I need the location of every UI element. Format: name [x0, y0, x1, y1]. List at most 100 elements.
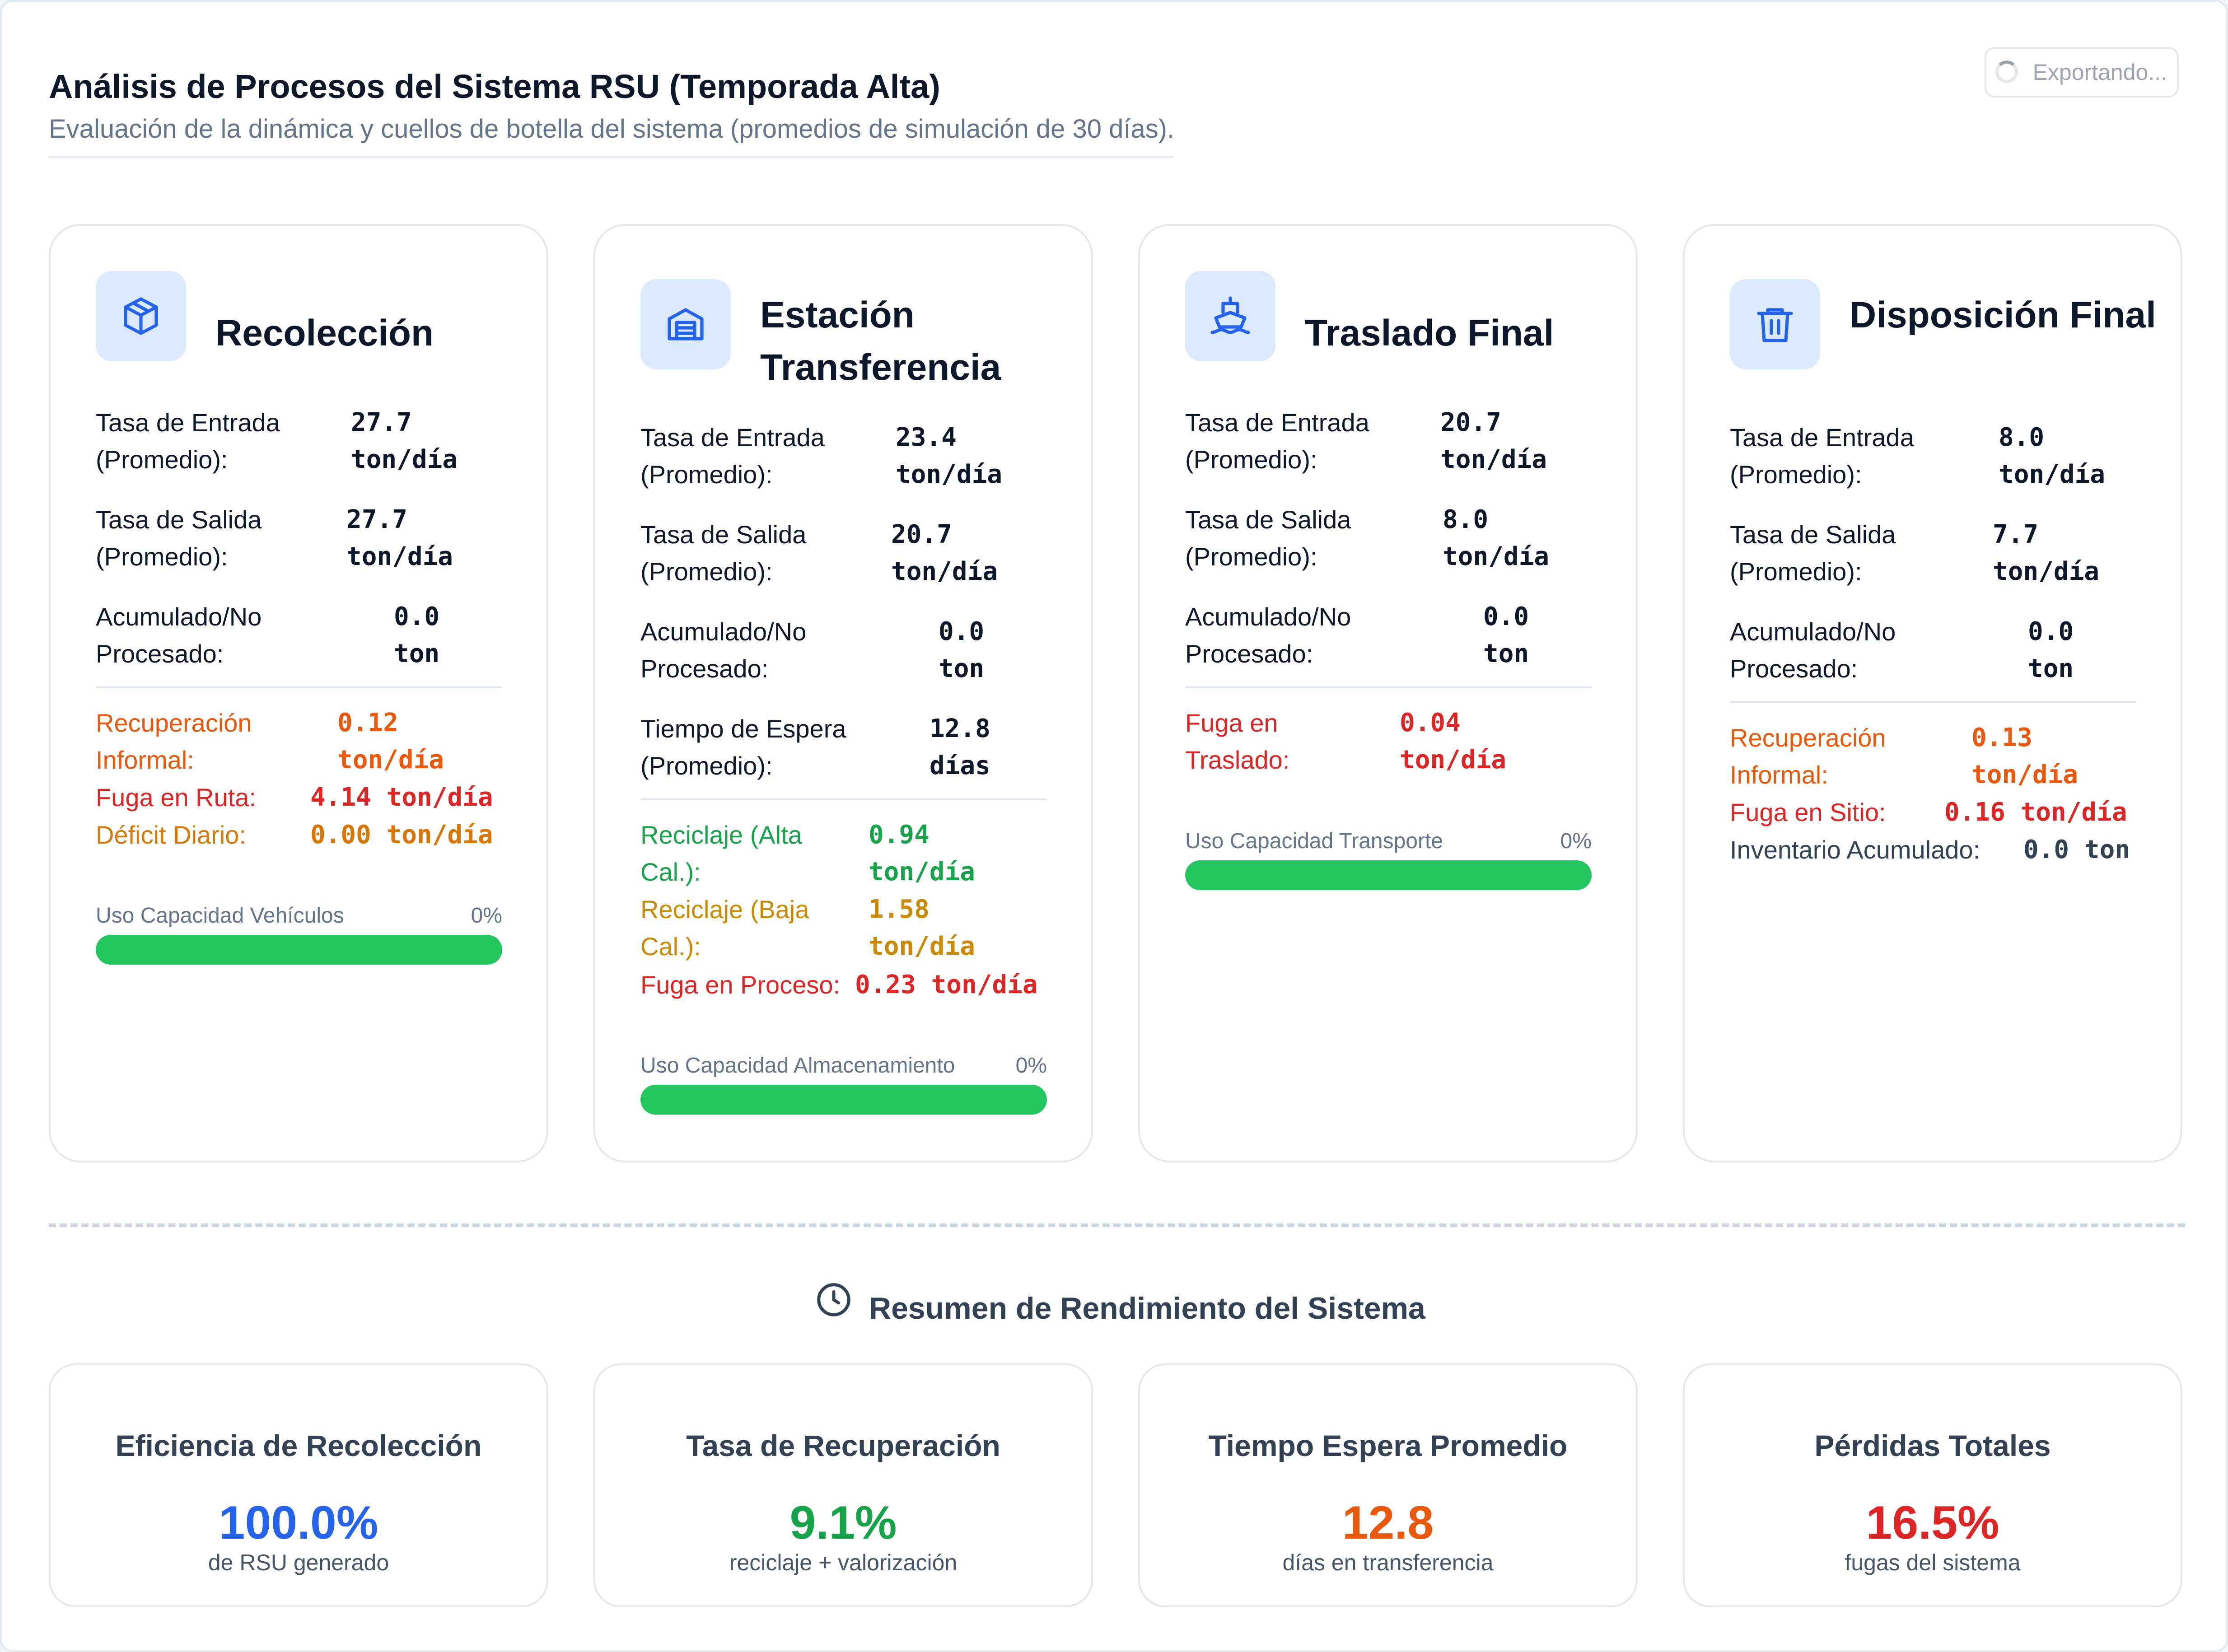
capacity-bar-label: Uso Capacidad Transporte 0% [1185, 829, 1592, 854]
metric-label: Acumulado/No Procesado: [640, 617, 807, 683]
metric-value: 23.4 ton/día [896, 423, 1003, 489]
metric-label: Tiempo de Espera (Promedio): [640, 714, 846, 780]
metric-value: 8.0 ton/día [1999, 423, 2106, 489]
divider [1185, 686, 1592, 688]
metric-value: 20.7 ton/día [891, 520, 998, 586]
summary-header: Resumen de Rendimiento del Sistema [815, 1275, 1425, 1326]
metric-value: 8.0 ton/día [1443, 505, 1550, 571]
capacity-bar-fill [96, 935, 502, 965]
page-container: Análisis de Procesos del Sistema RSU (Te… [0, 0, 2228, 1652]
metric-value: 27.7 ton/día [346, 505, 453, 571]
summary-card-title: Pérdidas Totales [1814, 1429, 2051, 1462]
capacity-bar-label: Uso Capacidad Almacenamiento 0% [640, 1053, 1047, 1078]
metric-label: Tasa de Salida (Promedio): [1185, 505, 1351, 571]
metric-value: 0.0 ton [2028, 617, 2074, 683]
metric-label: Fuga en Traslado: [1185, 709, 1290, 774]
summary-card-subtitle: días en transferencia [1282, 1550, 1494, 1575]
capacity-percent: 0% [1015, 1054, 1047, 1078]
metric-value: 1.58 ton/día [869, 895, 976, 961]
summary-card-subtitle: fugas del sistema [1845, 1550, 2021, 1575]
card-title: Estación Transferencia [760, 294, 1001, 388]
metric-label: Reciclaje (Baja Cal.): [640, 895, 809, 961]
export-button[interactable]: Exportando... [1985, 47, 2179, 98]
metric-value: 0.94 ton/día [869, 820, 976, 887]
stage-card-recoleccion: Recolección Tasa de Entrada (Promedio): … [49, 224, 548, 1162]
metric-label: Inventario Acumulado: [1730, 835, 1980, 864]
summary-card-title: Tasa de Recuperación [686, 1429, 1000, 1462]
metric-value: 12.8 días [930, 714, 990, 780]
metric-value: 27.7 ton/día [351, 408, 458, 474]
capacity-percent: 0% [471, 904, 502, 928]
metric-label: Tasa de Entrada (Promedio): [96, 408, 280, 474]
metric-label: Acumulado/No Procesado: [96, 602, 262, 668]
spinner-icon [1995, 61, 2018, 83]
metric-value: 0.00 ton/día [310, 820, 493, 849]
page-subtitle: Evaluación de la dinámica y cuellos de b… [49, 114, 1175, 158]
metric-value: 0.0 ton [394, 602, 440, 668]
metric-value: 20.7 ton/día [1440, 408, 1547, 474]
summary-card-title: Eficiencia de Recolección [115, 1429, 482, 1462]
metric-value: 0.0 ton [939, 617, 985, 683]
metric-label: Recuperación Informal: [96, 709, 252, 774]
summary-card-title: Tiempo Espera Promedio [1208, 1429, 1568, 1462]
capacity-bar-label: Uso Capacidad Vehículos 0% [96, 903, 502, 928]
warehouse-icon [640, 279, 731, 369]
capacity-bar-fill [640, 1085, 1047, 1115]
box-icon [96, 271, 186, 361]
metric-value: 0.23 ton/día [855, 970, 1038, 999]
card-title: Traslado Final [1305, 313, 1554, 354]
capacity-label: Uso Capacidad Vehículos [96, 904, 344, 928]
metric-value: 0.04 ton/día [1400, 708, 1507, 775]
summary-card-value: 12.8 [1342, 1497, 1434, 1549]
stage-card-traslado-final: Traslado Final Tasa de Entrada (Promedio… [1138, 224, 1638, 1162]
metric-label: Tasa de Salida (Promedio): [640, 520, 807, 586]
capacity-label: Uso Capacidad Almacenamiento [640, 1054, 955, 1078]
card-title: Disposición Final [1850, 294, 2156, 336]
page-title: Análisis de Procesos del Sistema RSU (Te… [49, 68, 940, 105]
summary-card-value: 16.5% [1866, 1497, 1999, 1549]
divider [96, 686, 502, 688]
summary-card-value: 9.1% [789, 1497, 897, 1549]
metric-label: Acumulado/No Procesado: [1730, 617, 1896, 683]
summary-card-eficiencia: Eficiencia de Recolección 100.0% de RSU … [49, 1363, 548, 1607]
metric-label: Tasa de Salida (Promedio): [96, 505, 262, 571]
capacity-bar [96, 935, 502, 965]
card-title: Recolección [215, 313, 434, 354]
summary-card-value: 100.0% [219, 1497, 378, 1549]
stage-card-estacion-transferencia: Estación Transferencia Tasa de Entrada (… [593, 224, 1093, 1162]
capacity-bar-fill [1185, 860, 1592, 890]
ship-icon [1185, 271, 1275, 361]
metric-value: 0.12 ton/día [337, 708, 444, 775]
metric-value: 0.0 ton [1483, 602, 1529, 668]
capacity-percent: 0% [1560, 829, 1592, 853]
metric-value: 0.16 ton/día [1944, 798, 2127, 827]
trash-icon [1730, 279, 1820, 369]
clock-icon [815, 1281, 853, 1321]
export-button-label: Exportando... [2032, 60, 2167, 85]
metric-value: 7.7 ton/día [1993, 520, 2100, 586]
capacity-bar [640, 1085, 1047, 1115]
summary-card-perdidas: Pérdidas Totales 16.5% fugas del sistema [1683, 1363, 2182, 1607]
summary-card-subtitle: reciclaje + valorización [729, 1550, 958, 1575]
divider [1730, 701, 2136, 703]
metric-label: Reciclaje (Alta Cal.): [640, 821, 802, 886]
section-divider [49, 1223, 2185, 1227]
summary-card-subtitle: de RSU generado [208, 1550, 389, 1575]
capacity-label: Uso Capacidad Transporte [1185, 829, 1443, 853]
page-header: Análisis de Procesos del Sistema RSU (Te… [49, 67, 1175, 158]
metric-label: Tasa de Entrada (Promedio): [1730, 423, 1914, 489]
summary-card-tiempo-espera: Tiempo Espera Promedio 12.8 días en tran… [1138, 1363, 1638, 1607]
divider [640, 798, 1047, 800]
summary-title: Resumen de Rendimiento del Sistema [869, 1291, 1425, 1325]
metric-value: 0.13 ton/día [1971, 723, 2079, 789]
metric-label: Tasa de Salida (Promedio): [1730, 520, 1896, 586]
metric-label: Acumulado/No Procesado: [1185, 602, 1351, 668]
metric-label: Tasa de Entrada (Promedio): [640, 423, 825, 489]
metric-label: Recuperación Informal: [1730, 723, 1886, 789]
capacity-bar [1185, 860, 1592, 890]
summary-card-recuperacion: Tasa de Recuperación 9.1% reciclaje + va… [593, 1363, 1093, 1607]
metric-label: Tasa de Entrada (Promedio): [1185, 408, 1369, 474]
stage-card-disposicion-final: Disposición Final Tasa de Entrada (Prome… [1683, 224, 2182, 1162]
metric-value: 0.0 ton [2023, 835, 2130, 864]
metric-value: 4.14 ton/día [310, 783, 493, 812]
